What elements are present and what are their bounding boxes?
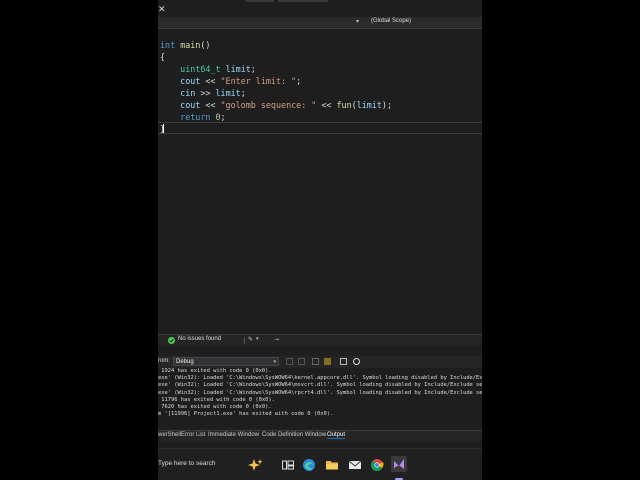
file-explorer-icon[interactable] — [325, 457, 339, 471]
output-text[interactable]: 1924 has exited with code 0 (0x0). exe' (… — [158, 368, 482, 428]
code-token: "Enter limit: " — [220, 76, 297, 86]
close-icon[interactable]: ✕ — [158, 6, 166, 15]
code-token: << — [200, 100, 221, 110]
code-token: () — [200, 40, 211, 50]
windows-taskbar: Type here to search — [158, 448, 482, 480]
output-source-select[interactable]: Debug ▾ — [173, 357, 279, 366]
tab-immediate-window[interactable]: Immediate Window — [208, 432, 259, 438]
code-line: { — [160, 51, 165, 63]
text-caret — [163, 124, 164, 133]
code-token: ; — [296, 76, 302, 86]
code-token: fun — [336, 100, 352, 110]
visual-studio-icon[interactable] — [391, 456, 407, 472]
search-placeholder: Type here to search — [158, 460, 216, 467]
code-token: cout — [180, 100, 201, 110]
code-token: limit — [215, 88, 241, 98]
output-line: 11796 has exited with code 0 (0x0). — [158, 396, 275, 403]
navigation-bar: ▾ (Global Scope) — [158, 17, 482, 29]
scope-selector[interactable]: (Global Scope) — [371, 18, 411, 24]
code-token: << — [200, 76, 221, 86]
find-previous-icon[interactable] — [286, 358, 293, 365]
visual-studio-window: ✕ ▾ (Global Scope) int main(){ uint64_t … — [158, 0, 482, 480]
tab-strip: ✕ — [158, 0, 482, 17]
divider — [244, 337, 245, 344]
find-next-icon[interactable] — [298, 358, 305, 365]
issues-status[interactable]: No issues found — [178, 336, 221, 342]
document-tab[interactable] — [278, 0, 328, 2]
code-token: ; — [240, 88, 246, 98]
code-cleanup-icon[interactable]: ✎ — [248, 336, 253, 343]
document-tab[interactable] — [246, 0, 274, 2]
code-line: cout << "Enter limit: "; — [160, 75, 301, 87]
code-editor[interactable]: int main(){ uint64_t limit; cout << "Ent… — [158, 29, 482, 334]
code-line: uint64_t limit; — [160, 63, 256, 75]
chrome-icon[interactable] — [370, 457, 384, 472]
task-view-icon[interactable] — [281, 457, 295, 471]
pane-splitter[interactable] — [158, 346, 482, 356]
output-line: 7620 has exited with code 0 (0x0). — [158, 404, 272, 410]
chevron-down-icon[interactable]: ▾ — [256, 336, 259, 342]
code-token: ; — [250, 64, 256, 74]
output-line: m '[11996] Project1.exe' has exited with… — [158, 411, 334, 418]
toggle-output-icon[interactable] — [340, 358, 347, 365]
output-line: exe' (Win32): Loaded 'C:\Windows\SysWOW6… — [158, 382, 482, 389]
code-token: << — [316, 100, 337, 110]
edge-icon[interactable] — [302, 457, 316, 471]
chevron-down-icon: ▾ — [273, 359, 276, 365]
clear-all-icon[interactable] — [312, 358, 319, 365]
show-output-from-label: rom: — [158, 358, 170, 364]
output-line: exe' (Win32): Loaded 'C:\Windows\SysWOW6… — [158, 389, 482, 396]
mail-icon[interactable] — [348, 457, 362, 471]
code-token: { — [160, 52, 166, 62]
code-line: cout << "golomb sequence: " << fun(limit… — [160, 99, 392, 111]
code-token: limit — [356, 100, 382, 110]
code-line: cin >> limit; — [160, 87, 246, 99]
copilot-icon[interactable] — [246, 457, 263, 471]
editor-status-bar: No issues found ✎ ▾ → — [158, 334, 482, 346]
output-toolbar: rom: Debug ▾ — [158, 356, 482, 368]
output-source-value: Debug — [176, 359, 194, 365]
code-token: cout — [180, 76, 201, 86]
tab-output[interactable]: Output — [327, 432, 346, 439]
tool-window-tabs: werShell Error List Immediate Window Code D… — [158, 430, 482, 442]
tab-code-definition-window[interactable]: Code Definition Window — [262, 432, 326, 438]
word-wrap-icon[interactable] — [324, 358, 331, 365]
check-icon[interactable] — [168, 337, 175, 344]
code-token: main — [180, 40, 201, 50]
code-token: >> — [195, 88, 216, 98]
taskbar-search[interactable]: Type here to search — [158, 457, 238, 473]
code-token: limit — [225, 64, 251, 74]
arrow-right-icon[interactable]: → — [274, 336, 279, 343]
scope-dropdown-icon[interactable]: ▾ — [356, 18, 359, 25]
code-token: "golomb sequence: " — [220, 100, 317, 110]
code-line: return 0; — [160, 111, 226, 123]
code-token: uint64_t — [180, 64, 221, 74]
tab-wershell[interactable]: werShell — [158, 432, 181, 438]
clock-icon[interactable] — [353, 358, 360, 365]
tab-error-list[interactable]: Error List — [181, 432, 205, 438]
code-token: ); — [381, 100, 392, 110]
code-token: int — [160, 40, 176, 50]
output-line: 1924 has exited with code 0 (0x0). — [158, 368, 272, 374]
output-line: exe' (Win32): Loaded 'C:\Windows\SysWOW6… — [158, 375, 482, 382]
current-line-highlight — [158, 122, 482, 134]
code-line: int main() — [160, 39, 210, 51]
code-token: return — [180, 112, 211, 122]
code-token: ; — [220, 112, 226, 122]
code-token: cin — [180, 88, 196, 98]
